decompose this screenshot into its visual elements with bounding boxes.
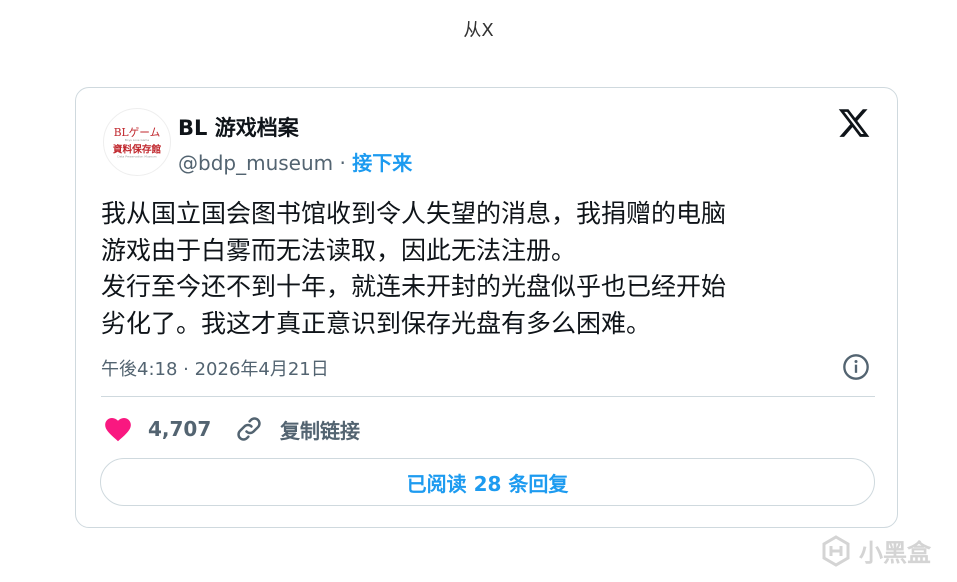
- copy-link-button[interactable]: 复制链接: [234, 412, 360, 446]
- tweet-text-line: 游戏由于白雾而无法读取，因此无法注册。: [101, 235, 577, 265]
- watermark: 小黑盒: [819, 533, 931, 568]
- source-caption: 从X: [463, 20, 494, 41]
- tweet-text-line: 发行至今还不到十年，就连未开封的光盘似乎也已经开始: [101, 272, 727, 301]
- heart-icon: [105, 418, 131, 442]
- handle-row: @bdp_museum · 接下来: [178, 147, 412, 176]
- tweet-text-line: 劣化了。我这才真正意识到保存光盘有多么困难。: [101, 308, 652, 338]
- watermark-text: 小黑盒: [859, 539, 931, 567]
- display-name[interactable]: BL 游戏档案: [178, 112, 299, 142]
- copy-link-label: 复制链接: [280, 418, 360, 443]
- handle[interactable]: @bdp_museum: [178, 151, 333, 175]
- embedded-tweet-card: BLゲーム Boys Love Game 資料保存館 Data Preserva…: [75, 87, 898, 528]
- timestamp[interactable]: 午後4:18 · 2026年4月21日: [101, 355, 329, 381]
- avatar[interactable]: BLゲーム Boys Love Game 資料保存館 Data Preserva…: [103, 108, 171, 176]
- like-button[interactable]: 4,707: [104, 412, 211, 446]
- tweet-text: 我从国立国会图书馆收到令人失望的消息，我捐赠的电脑 游戏由于白雾而无法读取，因此…: [101, 196, 881, 342]
- svg-text:Boys Love Game: Boys Love Game: [125, 138, 150, 142]
- avatar-logo-icon: BLゲーム Boys Love Game 資料保存館 Data Preserva…: [113, 126, 162, 159]
- svg-text:Data Preservation Museum: Data Preservation Museum: [117, 155, 156, 159]
- x-logo-icon[interactable]: [836, 106, 872, 140]
- handle-separator: ·: [333, 151, 353, 175]
- like-count: 4,707: [148, 417, 212, 441]
- read-replies-button[interactable]: 已阅读 28 条回复: [100, 458, 875, 506]
- heybox-logo-icon: [822, 534, 850, 567]
- info-icon[interactable]: [842, 353, 870, 381]
- link-icon: [237, 417, 261, 441]
- divider: [101, 396, 875, 397]
- follow-link[interactable]: 接下来: [352, 151, 412, 175]
- tweet-text-line: 我从国立国会图书馆收到令人失望的消息，我捐赠的电脑: [101, 199, 727, 228]
